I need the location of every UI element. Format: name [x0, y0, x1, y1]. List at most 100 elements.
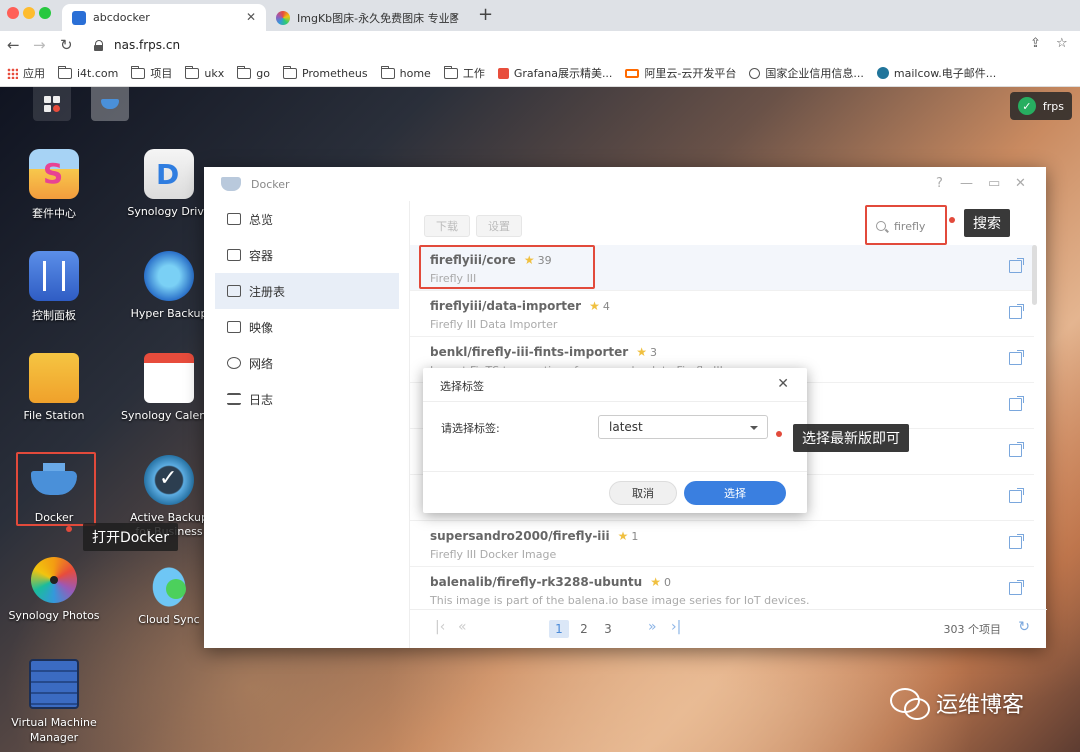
close-tab-icon[interactable]: ✕: [450, 10, 460, 24]
bookmark-prometheus[interactable]: Prometheus: [282, 65, 368, 80]
control-panel-icon: [29, 251, 79, 301]
folder-icon: [185, 65, 200, 79]
main-menu-button[interactable]: [33, 87, 71, 121]
list-scrollbar[interactable]: [1032, 245, 1037, 305]
external-link-icon[interactable]: [1009, 304, 1024, 319]
vmm-icon: [29, 659, 79, 709]
bookmark-gsxt[interactable]: 国家企业信用信息...: [749, 65, 864, 81]
desktop-icon-package-center[interactable]: S 套件中心: [6, 149, 102, 221]
desktop-icon-synology-drive[interactable]: D Synology Drive: [121, 149, 217, 218]
sidebar-item-log[interactable]: 日志: [215, 381, 399, 417]
sidebar-item-overview[interactable]: 总览: [215, 201, 399, 237]
external-link-icon[interactable]: [1009, 350, 1024, 365]
sidebar-item-containers[interactable]: 容器: [215, 237, 399, 273]
bookmark-work[interactable]: 工作: [443, 65, 485, 81]
download-button[interactable]: 下载: [424, 215, 470, 237]
maximize-icon[interactable]: ▭: [988, 176, 1000, 191]
bookmark-ukx[interactable]: ukx: [185, 65, 224, 80]
tag-label: 请选择标签:: [441, 422, 500, 435]
package-center-icon: S: [29, 149, 79, 199]
close-tab-icon[interactable]: ✕: [246, 10, 256, 24]
bookmark-go[interactable]: go: [237, 65, 270, 80]
bookmark-home[interactable]: home: [380, 65, 431, 80]
close-icon[interactable]: ✕: [777, 376, 789, 392]
list-item[interactable]: balenalib/firefly-rk3288-ubuntu ★ 0 This i…: [410, 567, 1034, 609]
external-link-icon[interactable]: [1009, 488, 1024, 503]
external-link-icon[interactable]: [1009, 396, 1024, 411]
share-icon[interactable]: ⇪: [1030, 36, 1041, 51]
sidebar-item-network[interactable]: 网络: [215, 345, 399, 381]
refresh-icon[interactable]: ↻: [1018, 619, 1030, 635]
check-icon: ✓: [1017, 97, 1036, 115]
folder-icon: [58, 65, 72, 79]
url-field[interactable]: nas.frps.cn: [88, 34, 1048, 56]
tag-select-value: latest: [609, 420, 643, 434]
synology-drive-icon: D: [144, 149, 194, 199]
star-icon: ★: [617, 529, 629, 543]
minimize-window-button[interactable]: [23, 7, 35, 19]
external-link-icon[interactable]: [1009, 258, 1024, 273]
bookmark-aliyun[interactable]: 阿里云-云开发平台: [625, 65, 736, 81]
folder-icon: [282, 65, 297, 79]
dialog-title: 选择标签: [440, 380, 484, 393]
help-icon[interactable]: ?: [936, 176, 943, 191]
desktop-icon-synology-photos[interactable]: Synology Photos: [6, 557, 102, 622]
last-page-icon[interactable]: ›|: [671, 619, 681, 635]
browser-tab-abcdocker[interactable]: abcdocker ✕: [62, 4, 266, 31]
external-link-icon[interactable]: [1009, 580, 1024, 595]
taskbar-docker-button[interactable]: [91, 87, 129, 121]
zoom-window-button[interactable]: [39, 7, 51, 19]
list-item[interactable]: supersandro2000/firefly-iii ★ 1 Firefly II…: [410, 521, 1034, 567]
select-tag-dialog: 选择标签 ✕ 请选择标签: latest 取消 选择: [423, 368, 807, 513]
window-title-bar[interactable]: Docker ? — ▭ ✕: [204, 167, 1046, 201]
tag-select[interactable]: latest: [598, 415, 768, 439]
registry-icon: [227, 285, 241, 297]
folder-icon: [131, 65, 146, 79]
bookmark-mailcow[interactable]: mailcow.电子邮件...: [876, 65, 996, 81]
close-icon[interactable]: ✕: [1015, 176, 1026, 191]
dsm-icon: [72, 10, 86, 25]
cancel-button[interactable]: 取消: [609, 481, 677, 505]
browser-tab-imgkb[interactable]: ImgKb图床-永久免费图床 专业图 ✕: [266, 4, 470, 31]
reload-icon[interactable]: ↻: [60, 36, 73, 54]
list-item[interactable]: fireflyiii/data-importer ★ 4 Firefly III D…: [410, 291, 1034, 337]
close-window-button[interactable]: [7, 7, 19, 19]
frps-widget[interactable]: ✓ frps: [1009, 92, 1072, 120]
sidebar-item-registry[interactable]: 注册表: [215, 273, 399, 309]
desktop-icon-file-station[interactable]: File Station: [6, 353, 102, 422]
page-3[interactable]: 3: [598, 620, 618, 638]
bookmark-star-icon[interactable]: ☆: [1056, 36, 1068, 51]
desktop-icon-hyper-backup[interactable]: Hyper Backup: [121, 251, 217, 320]
new-tab-icon[interactable]: +: [478, 4, 493, 25]
globe-icon: [749, 67, 761, 79]
back-icon[interactable]: ←: [7, 36, 20, 54]
desktop-icon-vmm[interactable]: Virtual Machine Manager: [6, 659, 102, 745]
forward-icon[interactable]: →: [33, 36, 46, 54]
apps-icon: [44, 96, 60, 112]
first-page-icon[interactable]: |‹: [435, 619, 445, 635]
external-link-icon[interactable]: [1009, 442, 1024, 457]
bookmark-i4t[interactable]: i4t.com: [58, 65, 118, 80]
bookmark-projects[interactable]: 项目: [131, 65, 172, 81]
address-bar: ← → ↻ nas.frps.cn ⇪ ☆: [0, 31, 1080, 60]
external-link-icon[interactable]: [1009, 534, 1024, 549]
next-page-icon[interactable]: »: [648, 619, 657, 635]
imgkb-icon: [276, 10, 290, 25]
page-1[interactable]: 1: [549, 620, 569, 638]
hyper-backup-icon: [144, 251, 194, 301]
desktop-icon-synology-calendar[interactable]: Synology Calendar: [121, 353, 224, 422]
sidebar-item-images[interactable]: 映像: [215, 309, 399, 345]
settings-button[interactable]: 设置: [476, 215, 522, 237]
bookmark-apps[interactable]: 应用: [7, 65, 45, 81]
grafana-icon: [497, 67, 509, 79]
minimize-icon[interactable]: —: [960, 176, 973, 191]
desktop-icon-cloud-sync[interactable]: Cloud Sync: [121, 557, 217, 626]
prev-page-icon[interactable]: «: [458, 619, 467, 635]
page-2[interactable]: 2: [574, 620, 594, 638]
desktop-icon-control-panel[interactable]: 控制面板: [6, 251, 102, 323]
bookmark-grafana[interactable]: Grafana展示精美...: [497, 65, 612, 81]
docker-highlight-box: [16, 452, 96, 526]
bookmarks-bar: 应用 i4t.com 项目 ukx go Prometheus home 工作 …: [0, 60, 1080, 87]
select-button[interactable]: 选择: [684, 481, 786, 505]
docker-icon: [221, 177, 241, 191]
